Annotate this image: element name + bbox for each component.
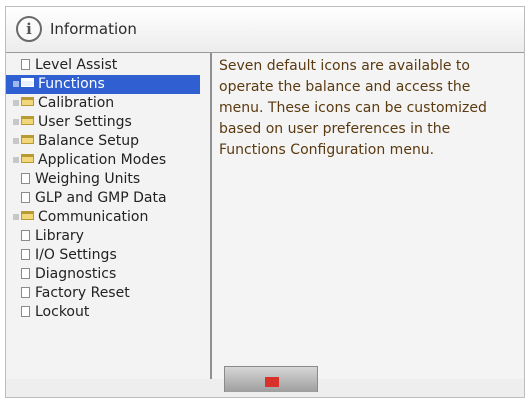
sidebar-item-diagnostics[interactable]: Diagnostics [6,265,210,284]
topic-list: Level Assist Functions Calibration User Set… [6,53,212,383]
folder-icon [21,211,34,220]
expand-bullet-icon [13,100,19,106]
doc-icon [21,287,30,298]
sidebar-item-label: Application Modes [38,152,167,168]
sidebar-item-factory-reset[interactable]: Factory Reset [6,284,210,303]
expand-bullet-icon [13,81,19,87]
expand-bullet-icon [13,214,19,220]
expand-bullet-icon [13,119,19,125]
doc-icon [21,268,30,279]
page-title: Information [50,20,137,38]
sidebar-item-label: Balance Setup [38,133,140,149]
info-icon: i [16,16,42,42]
sidebar-item-calibration[interactable]: Calibration [6,94,210,113]
sidebar-item-level-assist[interactable]: Level Assist [6,56,210,75]
sidebar-item-application-modes[interactable]: Application Modes [6,151,210,170]
doc-icon [21,192,30,203]
sidebar-item-label: User Settings [38,114,132,130]
doc-icon [21,306,30,317]
sidebar-item-balance-setup[interactable]: Balance Setup [6,132,210,151]
sidebar-item-label: Functions [38,76,105,92]
sidebar-item-label: Communication [38,209,149,225]
folder-icon [21,97,34,106]
expand-bullet-icon [13,138,19,144]
sidebar-item-label: GLP and GMP Data [35,190,167,206]
doc-icon [21,249,30,260]
sidebar-item-library[interactable]: Library [6,227,210,246]
doc-icon [21,59,30,70]
expand-bullet-icon [13,157,19,163]
sidebar-item-label: Diagnostics [35,266,117,282]
folder-icon [21,154,34,163]
sidebar-item-i-o-settings[interactable]: I/O Settings [6,246,210,265]
sidebar-item-label: Lockout [35,304,90,320]
sidebar-item-label: Library [35,228,84,244]
back-icon [265,377,279,387]
sidebar-item-glp-and-gmp-data[interactable]: GLP and GMP Data [6,189,210,208]
sidebar-item-label: Factory Reset [35,285,130,301]
sidebar-item-user-settings[interactable]: User Settings [6,113,210,132]
title-bar: i Information [6,7,524,53]
folder-icon [21,135,34,144]
sidebar-item-lockout[interactable]: Lockout [6,303,210,322]
sidebar-item-communication[interactable]: Communication [6,208,210,227]
sidebar-item-label: Calibration [38,95,115,111]
doc-icon [21,230,30,241]
sidebar-item-functions[interactable]: Functions [6,75,200,94]
folder-icon [21,116,34,125]
doc-icon [21,173,30,184]
sidebar-item-label: I/O Settings [35,247,117,263]
folder-icon [21,78,34,87]
topic-description: Seven default icons are available to ope… [219,58,487,158]
back-button[interactable] [224,366,318,392]
sidebar-item-label: Weighing Units [35,171,141,187]
information-window: i Information Level Assist Functions Calib… [5,6,525,398]
sidebar-item-label: Level Assist [35,57,118,73]
sidebar-item-weighing-units[interactable]: Weighing Units [6,170,210,189]
